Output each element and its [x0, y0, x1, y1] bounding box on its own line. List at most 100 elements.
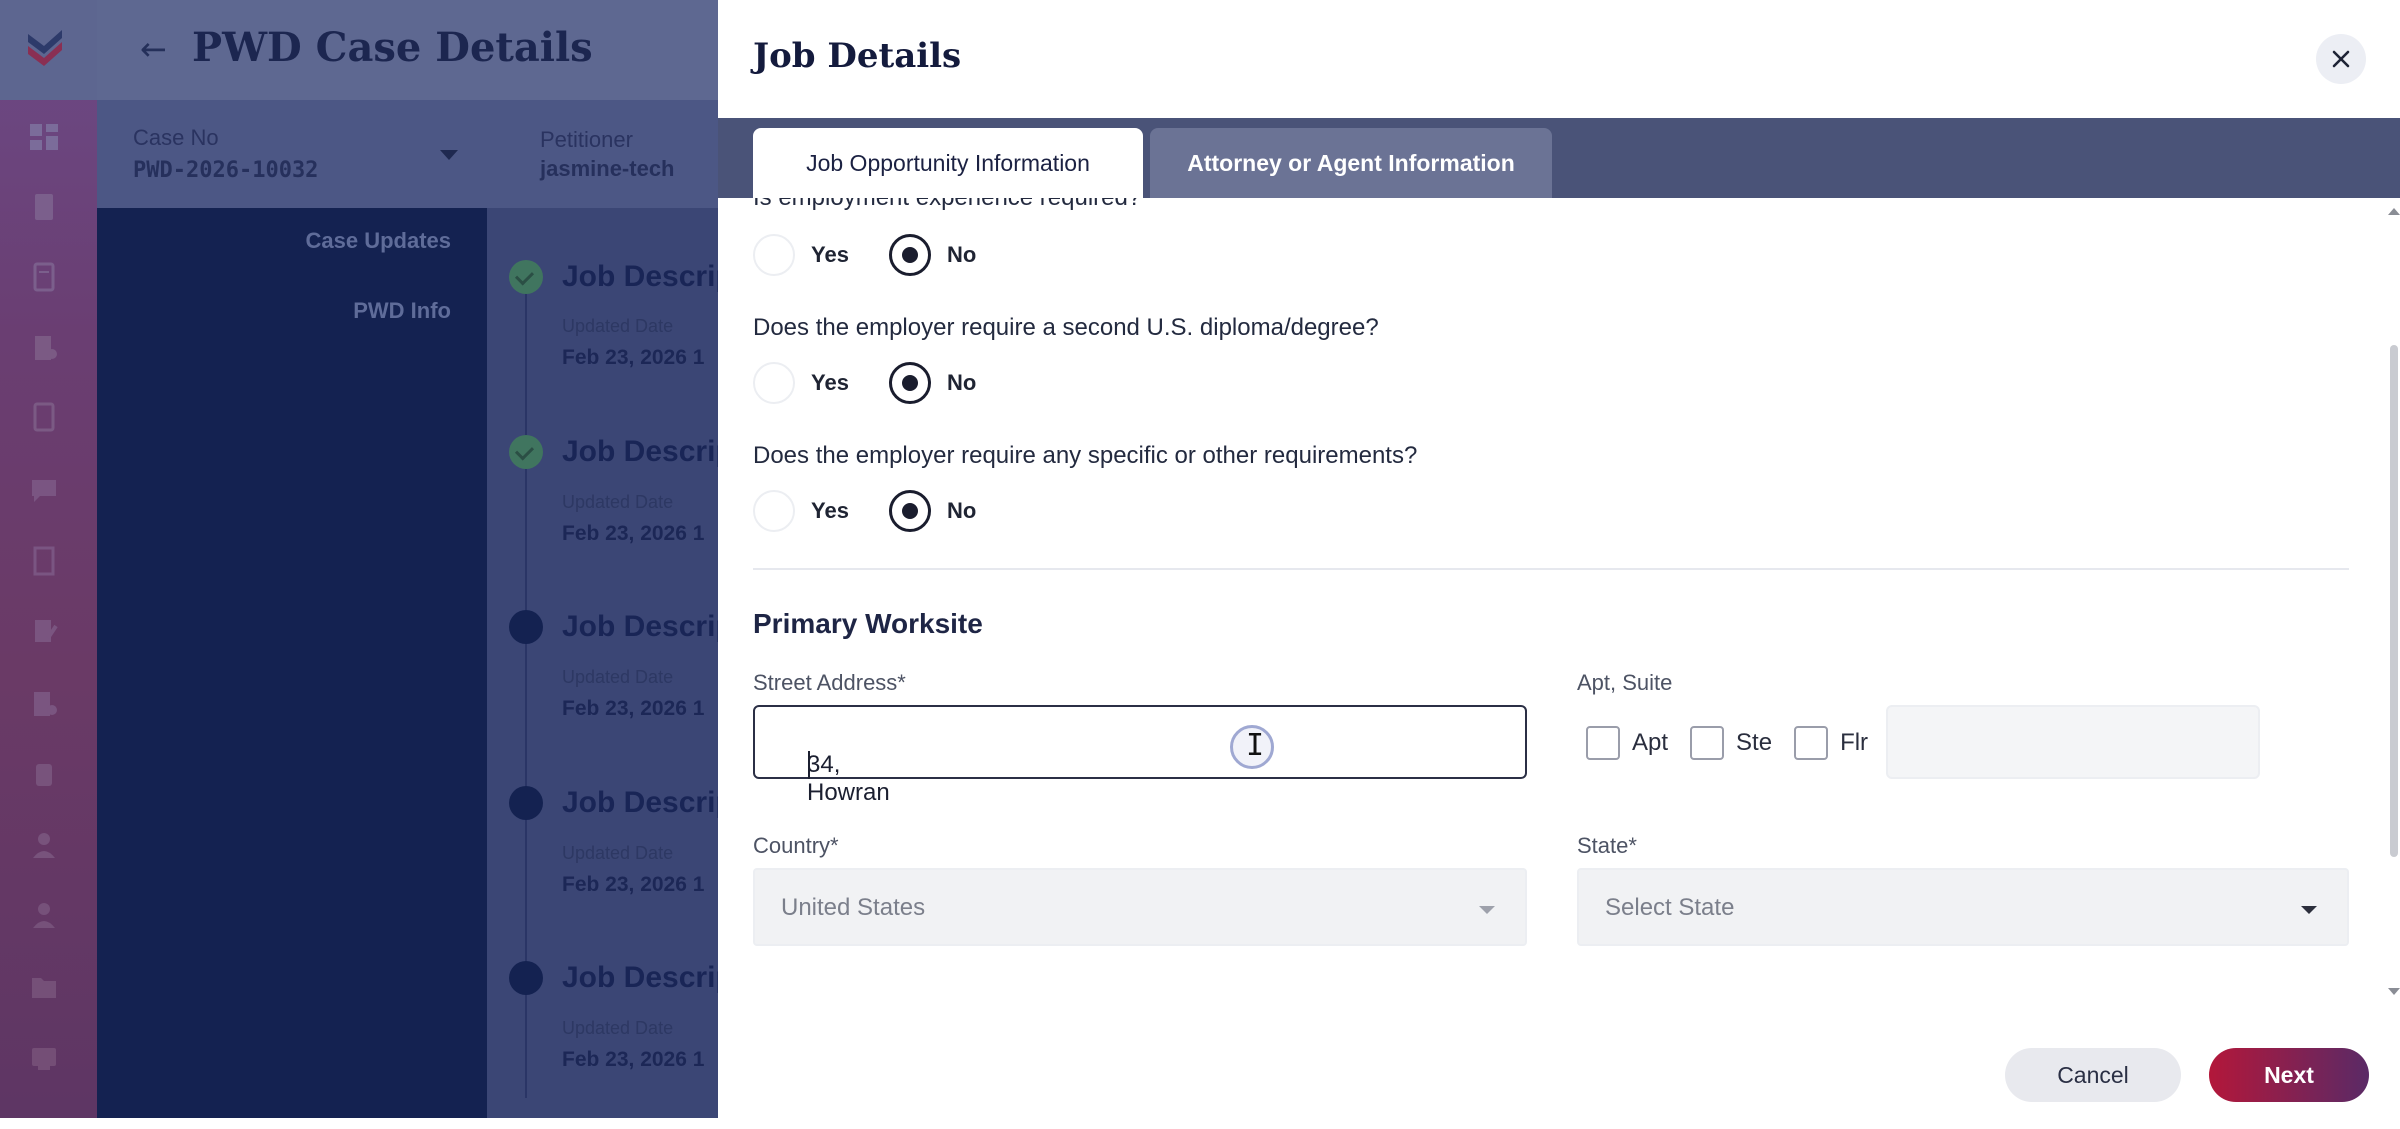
- timeline-item-date: Feb 23, 2026 1: [562, 873, 705, 896]
- flr-checkbox[interactable]: [1794, 726, 1829, 760]
- radio-no-selected[interactable]: [888, 362, 931, 404]
- timeline-check-icon: [509, 260, 543, 294]
- section-divider: [753, 568, 2349, 570]
- suite-type-checkboxes: Apt Ste Flr: [1586, 725, 1890, 761]
- radio-yes[interactable]: [753, 234, 795, 276]
- radio-no-label: No: [946, 242, 977, 267]
- scrollbar-thumb[interactable]: [2390, 345, 2398, 857]
- scroll-up-icon[interactable]: [2388, 208, 2400, 215]
- rail-logo-area: [0, 0, 97, 100]
- office-icon[interactable]: [28, 688, 60, 718]
- apt-suite-label: Apt, Suite: [1577, 670, 1673, 695]
- apt-checkbox-label: Apt: [1632, 729, 1669, 756]
- radio-no-selected[interactable]: [888, 490, 931, 532]
- icon-rail: [0, 0, 97, 1118]
- timeline-item-sub: Updated Date: [562, 843, 674, 863]
- case-details-page: ← PWD Case Details Case No PWD-2026-1003…: [0, 0, 718, 1118]
- timeline-item-title[interactable]: Job Descrip: [562, 786, 718, 820]
- timeline-item-sub: Updated Date: [562, 316, 674, 336]
- checklist-icon[interactable]: [28, 402, 60, 432]
- radio-yes-label: Yes: [811, 370, 849, 395]
- radio-no-label: No: [946, 370, 977, 395]
- radio-no-selected[interactable]: [888, 234, 931, 276]
- app-logo-icon: [28, 30, 62, 66]
- folder-icon[interactable]: [28, 972, 60, 1002]
- timeline-item-sub: Updated Date: [562, 1018, 674, 1038]
- radio-no-label: No: [946, 498, 977, 523]
- timeline-item-title[interactable]: Job Descrip: [562, 260, 718, 294]
- scroll-down-icon[interactable]: [2388, 988, 2400, 995]
- timeline-item-date: Feb 23, 2026 1: [562, 697, 705, 720]
- chevron-down-icon: [2301, 906, 2317, 914]
- country-label: Country*: [753, 833, 839, 858]
- card-icon[interactable]: [28, 1044, 60, 1074]
- text-cursor-icon: I: [1246, 728, 1265, 763]
- ste-checkbox-label: Ste: [1736, 729, 1773, 756]
- user-icon[interactable]: [28, 830, 60, 860]
- back-arrow-icon[interactable]: ←: [140, 30, 167, 68]
- users-icon[interactable]: [28, 900, 60, 930]
- edit-icon[interactable]: [28, 616, 60, 646]
- timeline-item-title[interactable]: Job Descrip: [562, 435, 718, 469]
- petitioner-label: Petitioner: [540, 127, 633, 152]
- next-button[interactable]: Next: [2209, 1048, 2369, 1102]
- apt-checkbox[interactable]: [1586, 726, 1620, 760]
- book-icon[interactable]: [28, 546, 60, 576]
- question-second-degree: Does the employer require a second U.S. …: [753, 314, 1379, 341]
- timeline-dot-icon: [509, 610, 543, 644]
- tab-job-opportunity[interactable]: Job Opportunity Information: [753, 128, 1143, 198]
- close-button[interactable]: [2316, 34, 2366, 84]
- state-placeholder: Select State: [1605, 894, 1735, 921]
- case-info-bar: [97, 100, 718, 208]
- timeline-item-sub: Updated Date: [562, 667, 674, 687]
- chat-icon[interactable]: [28, 476, 60, 506]
- radio-group-second-degree: Yes No: [753, 361, 1016, 405]
- drawer-title: Job Details: [753, 36, 962, 76]
- state-label: State*: [1577, 833, 1637, 858]
- timeline-check-icon: [509, 435, 543, 469]
- drawer-footer: Cancel Next: [718, 1008, 2400, 1129]
- timeline-item-date: Feb 23, 2026 1: [562, 522, 705, 545]
- flr-checkbox-label: Flr: [1840, 729, 1869, 756]
- country-value: United States: [781, 894, 926, 921]
- state-select[interactable]: Select State: [1577, 868, 2349, 946]
- question-experience: Is employment experience required?: [753, 198, 1141, 212]
- timeline-item-sub: Updated Date: [562, 492, 674, 512]
- form-scroll-area[interactable]: Is employment experience required? Yes N…: [718, 198, 2400, 1008]
- radio-group-experience: Yes No: [753, 233, 1016, 277]
- case-timeline: Job Descrip Updated Date Feb 23, 2026 1 …: [487, 208, 718, 1118]
- building-icon[interactable]: [28, 332, 60, 362]
- suite-number-input[interactable]: [1886, 705, 2260, 779]
- nav-case-updates[interactable]: Case Updates: [305, 228, 451, 254]
- radio-yes-label: Yes: [811, 242, 849, 267]
- country-select[interactable]: United States: [753, 868, 1527, 946]
- tab-bar: Job Opportunity Information Attorney or …: [718, 118, 2400, 198]
- ste-checkbox[interactable]: [1690, 726, 1725, 760]
- timeline-item-date: Feb 23, 2026 1: [562, 1048, 705, 1071]
- radio-yes[interactable]: [753, 362, 795, 404]
- timeline-item-title[interactable]: Job Descrip: [562, 610, 718, 644]
- job-details-drawer: Job Details Job Opportunity Information …: [718, 0, 2400, 1129]
- dashboard-icon[interactable]: [28, 122, 60, 152]
- nav-pwd-info[interactable]: PWD Info: [353, 298, 451, 324]
- timeline-dot-icon: [509, 786, 543, 820]
- timeline-item-title[interactable]: Job Descrip: [562, 961, 718, 995]
- street-address-input[interactable]: 34, Howran: [753, 705, 1527, 806]
- radio-yes-label: Yes: [811, 498, 849, 523]
- petitioner-value: jasmine-tech: [540, 156, 675, 181]
- form-icon[interactable]: [28, 262, 60, 292]
- close-icon: [2332, 50, 2350, 68]
- clipboard-icon[interactable]: [28, 760, 60, 790]
- section-title-primary-worksite: Primary Worksite: [753, 608, 983, 639]
- case-dropdown-caret-icon[interactable]: [440, 150, 458, 160]
- street-address-value: 34, Howran: [807, 751, 890, 806]
- timeline-item-date: Feb 23, 2026 1: [562, 346, 705, 369]
- tab-attorney-agent[interactable]: Attorney or Agent Information: [1150, 128, 1552, 198]
- street-address-label: Street Address*: [753, 670, 906, 695]
- case-side-nav: Case Updates PWD Info: [97, 208, 487, 1118]
- document-icon[interactable]: [28, 192, 60, 222]
- chevron-down-icon: [1479, 906, 1495, 914]
- cancel-button[interactable]: Cancel: [2005, 1048, 2181, 1102]
- text-cursor: [808, 751, 810, 779]
- radio-yes[interactable]: [753, 490, 795, 532]
